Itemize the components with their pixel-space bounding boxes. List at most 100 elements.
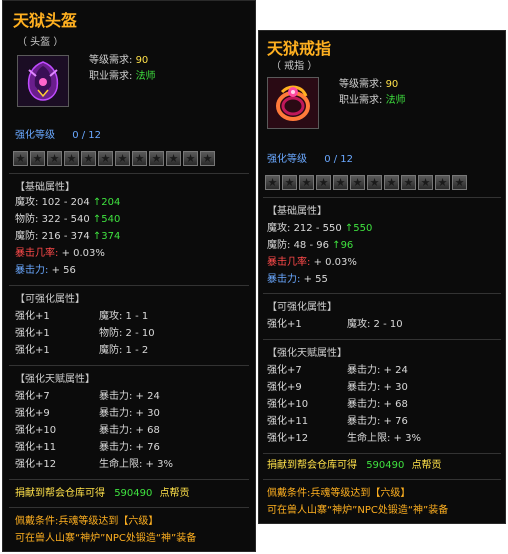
level-req-label: 等级需求: — [339, 79, 383, 90]
crit-rate-label: 暴击几率: — [267, 257, 311, 268]
enh-attr-row: 强化+1 魔攻: 1 - 1 — [15, 310, 255, 324]
item-name: 天狱头盔 — [13, 11, 78, 30]
requirements: 等级需求: 90 职业需求: 法师 — [89, 53, 156, 85]
talent-row: 强化+9 暴击力: + 30 — [15, 407, 255, 421]
star-icon: ★ — [183, 151, 198, 166]
class-req-label: 职业需求: — [339, 95, 383, 106]
star-icon: ★ — [149, 151, 164, 166]
attr-bonus: 204 — [101, 197, 121, 208]
attr-bonus: 374 — [101, 231, 121, 242]
star-icon: ★ — [132, 151, 147, 166]
star-icon: ★ — [367, 175, 382, 190]
talent-level: 强化+10 — [267, 399, 309, 410]
donate-row: 捐献到帮会仓库可得 590490 点帮贡 — [267, 459, 505, 473]
attr-label: 魔攻: — [267, 223, 291, 234]
attr-label: 物防: — [15, 214, 39, 225]
crit-rate-value: + 0.03% — [61, 248, 105, 259]
enh-attr: 物防: 2 - 10 — [99, 328, 155, 339]
enhance-label: 强化等级 — [15, 130, 55, 141]
talent-level: 强化+12 — [267, 433, 309, 444]
attr-label: 魔防: — [15, 231, 39, 242]
talent-attr: 暴击力: + 24 — [99, 391, 160, 402]
donate-unit: 点帮贡 — [159, 488, 190, 499]
ring-icon — [267, 77, 319, 129]
enhance-value: 0 / 12 — [72, 130, 102, 141]
star-icon: ★ — [452, 175, 467, 190]
base-attr-row: 魔攻: 212 - 550 ↑550 — [267, 222, 505, 236]
attr-range: 216 - 374 — [41, 231, 90, 242]
talent-level: 强化+11 — [267, 416, 309, 427]
talent-attr: 暴击力: + 76 — [347, 416, 408, 427]
crit-rate-label: 暴击几率: — [15, 248, 59, 259]
talent-attr-header: 【强化天赋属性】 — [267, 348, 347, 359]
base-attr-row: 物防: 322 - 540 ↑540 — [15, 213, 255, 227]
base-attr-row: 魔防: 48 - 96 ↑96 — [267, 239, 505, 253]
star-icon: ★ — [384, 175, 399, 190]
item-tooltip-ring: 天狱戒指 （ 戒指 ） 等级需求: 90 职业需求: 法师 强化等级 0 / 1… — [258, 30, 506, 524]
enh-attr: 魔攻: 1 - 1 — [99, 311, 149, 322]
star-icon: ★ — [30, 151, 45, 166]
donate-value: 590490 — [114, 488, 153, 499]
donate-label: 捐献到帮会仓库可得 — [15, 488, 105, 499]
enh-attr-row: 强化+1 魔防: 1 - 2 — [15, 344, 255, 358]
crit-power-value: + 55 — [303, 274, 328, 285]
base-attr-header: 【基础属性】 — [267, 206, 327, 217]
star-row: ★ ★ ★ ★ ★ ★ ★ ★ ★ ★ ★ ★ — [265, 175, 467, 190]
level-req-value: 90 — [385, 79, 399, 90]
talent-attr: 暴击力: + 24 — [347, 365, 408, 376]
attr-range: 48 - 96 — [293, 240, 329, 251]
star-icon: ★ — [282, 175, 297, 190]
enh-level: 强化+1 — [15, 328, 50, 339]
talent-row: 强化+10 暴击力: + 68 — [267, 398, 505, 412]
star-icon: ★ — [316, 175, 331, 190]
talent-level: 强化+9 — [15, 408, 50, 419]
talent-attr-header: 【强化天赋属性】 — [15, 374, 95, 385]
star-icon: ★ — [265, 175, 280, 190]
equip-condition: 佩戴条件:兵魂等级达到【六级】 — [267, 488, 411, 499]
crit-power-row: 暴击力: + 55 — [267, 273, 505, 287]
talent-attr: 暴击力: + 30 — [99, 408, 160, 419]
talent-row: 强化+11 暴击力: + 76 — [267, 415, 505, 429]
talent-row: 强化+9 暴击力: + 30 — [267, 381, 505, 395]
donate-label: 捐献到帮会仓库可得 — [267, 460, 357, 471]
star-icon: ★ — [418, 175, 433, 190]
star-icon: ★ — [350, 175, 365, 190]
star-icon: ★ — [47, 151, 62, 166]
talent-attr: 暴击力: + 68 — [99, 425, 160, 436]
enh-attr: 魔攻: 2 - 10 — [347, 319, 403, 330]
talent-level: 强化+10 — [15, 425, 57, 436]
enh-attr-header: 【可强化属性】 — [267, 302, 337, 313]
star-icon: ★ — [13, 151, 28, 166]
star-icon: ★ — [200, 151, 215, 166]
talent-row: 强化+7 暴击力: + 24 — [15, 390, 255, 404]
class-req-value: 法师 — [135, 71, 156, 82]
crit-rate-row: 暴击几率: + 0.03% — [15, 247, 255, 261]
enh-level: 强化+1 — [267, 319, 302, 330]
crit-power-label: 暴击力: — [267, 274, 301, 285]
item-type: （ 戒指 ） — [271, 61, 318, 72]
equip-condition: 佩戴条件:兵魂等级达到【六级】 — [15, 516, 159, 527]
talent-level: 强化+12 — [15, 459, 57, 470]
item-name: 天狱戒指 — [267, 39, 332, 58]
enh-attr-header: 【可强化属性】 — [15, 294, 85, 305]
forge-note: 可在兽人山寨“神炉”NPC处锻造“神”装备 — [15, 533, 197, 544]
attr-range: 212 - 550 — [293, 223, 342, 234]
talent-attr: 暴击力: + 76 — [99, 442, 160, 453]
enh-attr: 魔防: 1 - 2 — [99, 345, 149, 356]
class-req-label: 职业需求: — [89, 71, 133, 82]
base-attr-row: 魔防: 216 - 374 ↑374 — [15, 230, 255, 244]
enh-attr-row: 强化+1 魔攻: 2 - 10 — [267, 318, 505, 332]
item-type: （ 头盔 ） — [17, 37, 64, 48]
requirements: 等级需求: 90 职业需求: 法师 — [339, 77, 406, 109]
talent-level: 强化+7 — [15, 391, 50, 402]
attr-range: 102 - 204 — [41, 197, 90, 208]
attr-bonus: 550 — [353, 223, 373, 234]
forge-note: 可在兽人山寨“神炉”NPC处锻造“神”装备 — [267, 505, 449, 516]
level-req-value: 90 — [135, 55, 149, 66]
star-row: ★ ★ ★ ★ ★ ★ ★ ★ ★ ★ ★ ★ — [13, 151, 215, 166]
crit-power-label: 暴击力: — [15, 265, 49, 276]
enhance-level: 强化等级 0 / 12 — [15, 129, 255, 143]
star-icon: ★ — [64, 151, 79, 166]
attr-bonus: 540 — [101, 214, 121, 225]
talent-row: 强化+7 暴击力: + 24 — [267, 364, 505, 378]
